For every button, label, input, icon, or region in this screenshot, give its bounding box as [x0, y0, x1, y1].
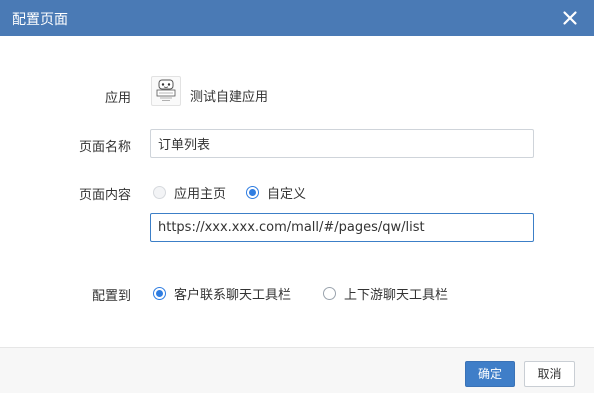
radio-label: 自定义	[267, 187, 307, 202]
dialog-title: 配置页面	[12, 12, 68, 28]
dialog-titlebar: 配置页面	[0, 0, 594, 36]
radio-label: 上下游聊天工具栏	[344, 288, 449, 303]
close-icon[interactable]	[558, 6, 582, 30]
radio-circle[interactable]	[323, 287, 337, 300]
radio-label: 客户联系聊天工具栏	[174, 288, 292, 303]
page-content-label: 页面内容	[78, 188, 131, 203]
radio-app-homepage[interactable]: 应用主页	[153, 183, 226, 202]
page-url-input[interactable]	[150, 213, 534, 242]
radio-upstream-downstream-toolbar[interactable]: 上下游聊天工具栏	[323, 284, 448, 303]
confirm-button[interactable]: 确定	[465, 361, 515, 387]
config-to-radio-group: 客户联系聊天工具栏 上下游聊天工具栏	[153, 284, 448, 303]
radio-circle[interactable]	[246, 186, 260, 199]
page-content-radio-group: 应用主页 自定义	[153, 183, 306, 202]
radio-circle[interactable]	[153, 186, 166, 199]
config-to-label: 配置到	[91, 289, 131, 304]
radio-circle[interactable]	[153, 287, 166, 300]
config-page-dialog: 配置页面 应用 测试自建应用 页面名称 页面内容 应用主页 自定	[0, 0, 594, 393]
page-name-label: 页面名称	[78, 140, 131, 155]
app-logo-icon	[151, 76, 181, 106]
radio-customer-chat-toolbar[interactable]: 客户联系聊天工具栏	[153, 284, 291, 303]
dialog-footer: 确定 取消	[0, 347, 594, 393]
radio-custom[interactable]: 自定义	[246, 183, 306, 202]
page-name-input[interactable]	[150, 129, 534, 158]
app-name: 测试自建应用	[190, 90, 269, 105]
app-label: 应用	[104, 91, 131, 106]
radio-label: 应用主页	[174, 187, 227, 202]
cancel-button[interactable]: 取消	[524, 361, 575, 387]
